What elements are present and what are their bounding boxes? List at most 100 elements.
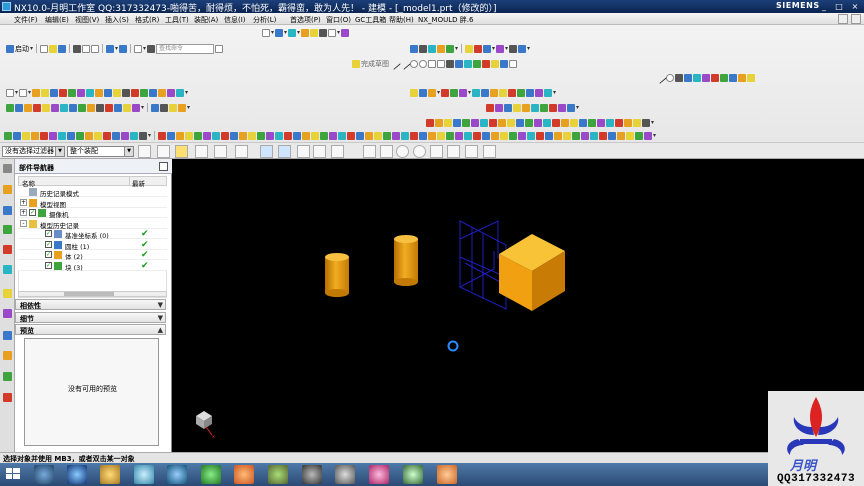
hole-icon[interactable] [465, 44, 474, 53]
snap-on-face-icon[interactable] [465, 145, 478, 158]
move-face-icon[interactable] [6, 88, 14, 97]
initialize-project-icon[interactable] [435, 118, 443, 127]
make-tangent-icon[interactable] [122, 88, 131, 97]
view-manager-icon[interactable] [624, 118, 632, 127]
finish-sketch-icon[interactable] [352, 59, 360, 68]
make-coplanar-icon[interactable] [104, 88, 113, 97]
extend-icon[interactable] [491, 59, 499, 68]
settings-icon[interactable] [644, 131, 653, 140]
constraint-navigator-icon[interactable] [3, 206, 12, 215]
edge-blend-icon[interactable] [518, 44, 527, 53]
delete-files-icon[interactable] [633, 118, 641, 127]
block-solid[interactable] [499, 234, 565, 311]
history-icon[interactable] [635, 131, 644, 140]
zoom-icon[interactable] [248, 131, 257, 140]
replace-face-icon[interactable] [41, 88, 50, 97]
material-icon[interactable] [500, 131, 509, 140]
fill-surface-icon[interactable] [481, 88, 490, 97]
rotate-icon[interactable] [266, 131, 275, 140]
kk-player-icon[interactable] [268, 465, 288, 484]
front-view-icon[interactable] [383, 131, 392, 140]
snap-point-icon[interactable] [22, 131, 30, 140]
invisible-icon[interactable] [446, 131, 455, 140]
menu-help[interactable]: 帮助(H) [389, 15, 414, 25]
delete-face-icon[interactable] [59, 88, 68, 97]
ejector-pin-icon[interactable] [516, 118, 524, 127]
revolve-icon[interactable] [446, 44, 454, 53]
snap-quadrant-icon[interactable] [413, 145, 426, 158]
transform-icon[interactable] [51, 103, 59, 112]
trim-body-icon[interactable] [509, 44, 518, 53]
print-icon[interactable] [545, 131, 554, 140]
iso-view-icon[interactable] [365, 131, 374, 140]
linear-dimension-icon[interactable] [158, 88, 167, 97]
move-layer-icon[interactable] [15, 103, 23, 112]
snap-grid-icon[interactable] [483, 145, 496, 158]
project-curve-icon[interactable] [702, 73, 710, 82]
mass-properties-icon[interactable] [87, 103, 95, 112]
window-icon[interactable] [134, 44, 143, 53]
offset-surface-icon[interactable] [544, 88, 553, 97]
casting-process-icon[interactable] [615, 118, 623, 127]
cut-icon[interactable] [73, 44, 82, 53]
new-icon[interactable] [40, 44, 49, 53]
selection-intent-icon[interactable] [157, 145, 170, 158]
thicken-icon[interactable] [517, 88, 526, 97]
manufacturing-wizard-icon[interactable] [3, 351, 12, 360]
copy-layer-icon[interactable] [24, 103, 32, 112]
tree-horizontal-scrollbar[interactable] [18, 291, 167, 297]
media-center-icon[interactable] [34, 465, 54, 484]
swept-icon[interactable] [428, 88, 436, 97]
texture-icon[interactable] [509, 131, 518, 140]
plane-icon[interactable] [428, 44, 436, 53]
windows-start-icon[interactable] [4, 465, 22, 484]
color-icon[interactable] [482, 131, 491, 140]
tree-row[interactable]: + ✓ 摄像机 [18, 208, 167, 219]
roles-palette-icon[interactable] [3, 372, 12, 381]
face-analysis-icon[interactable] [194, 131, 203, 140]
select-feature-icon[interactable] [175, 145, 188, 158]
runner-icon[interactable] [552, 118, 560, 127]
close-button[interactable]: × [849, 1, 861, 12]
check-geometry-icon[interactable] [96, 103, 104, 112]
plot-icon[interactable] [554, 131, 563, 140]
curvature-icon[interactable] [132, 103, 140, 112]
edit-parameters-icon[interactable] [486, 103, 494, 112]
suppress-feature-icon[interactable] [531, 103, 539, 112]
menu-view[interactable]: 视图(V) [75, 15, 99, 25]
hd3d-tools-icon[interactable] [3, 265, 12, 274]
replace-feature-icon[interactable] [522, 103, 530, 112]
journal-icon[interactable] [178, 103, 187, 112]
spline-icon[interactable] [446, 59, 454, 68]
offset-curve-icon[interactable] [464, 59, 472, 68]
point-on-curve-icon[interactable] [94, 131, 102, 140]
snap-on-curve-icon[interactable] [447, 145, 460, 158]
standard-part-icon[interactable] [507, 118, 515, 127]
assembly-scope-dropdown[interactable]: 整个装配 ▼ [67, 146, 134, 157]
select-face-icon[interactable] [214, 145, 227, 158]
refresh-icon[interactable] [275, 131, 284, 140]
system-scene-icon[interactable] [3, 393, 12, 402]
orient-view-icon[interactable] [275, 28, 284, 37]
view-cube-icon[interactable] [260, 145, 273, 158]
existing-point-icon[interactable] [85, 131, 93, 140]
pocket-icon[interactable] [483, 44, 492, 53]
presentation-app-icon[interactable] [234, 465, 254, 484]
gate-icon[interactable] [543, 118, 551, 127]
tree-row[interactable]: ✓ 圆柱 (1) ✔ [18, 240, 167, 251]
end-point-icon[interactable] [31, 131, 39, 140]
wireframe-icon[interactable] [158, 131, 167, 140]
reorder-feature-icon[interactable] [513, 103, 521, 112]
hide-icon[interactable] [464, 131, 473, 140]
right-view-icon[interactable] [392, 131, 401, 140]
point-icon[interactable] [419, 44, 427, 53]
measure-angle-icon[interactable] [78, 103, 86, 112]
n-sided-icon[interactable] [441, 88, 450, 97]
mold-csys-icon[interactable] [444, 118, 452, 127]
copy-icon[interactable] [82, 44, 91, 53]
workpiece-icon[interactable] [462, 118, 470, 127]
customize-icon[interactable] [617, 131, 626, 140]
make-corner-icon[interactable] [500, 59, 508, 68]
pan-icon[interactable] [257, 131, 266, 140]
capture-icon[interactable] [536, 131, 545, 140]
